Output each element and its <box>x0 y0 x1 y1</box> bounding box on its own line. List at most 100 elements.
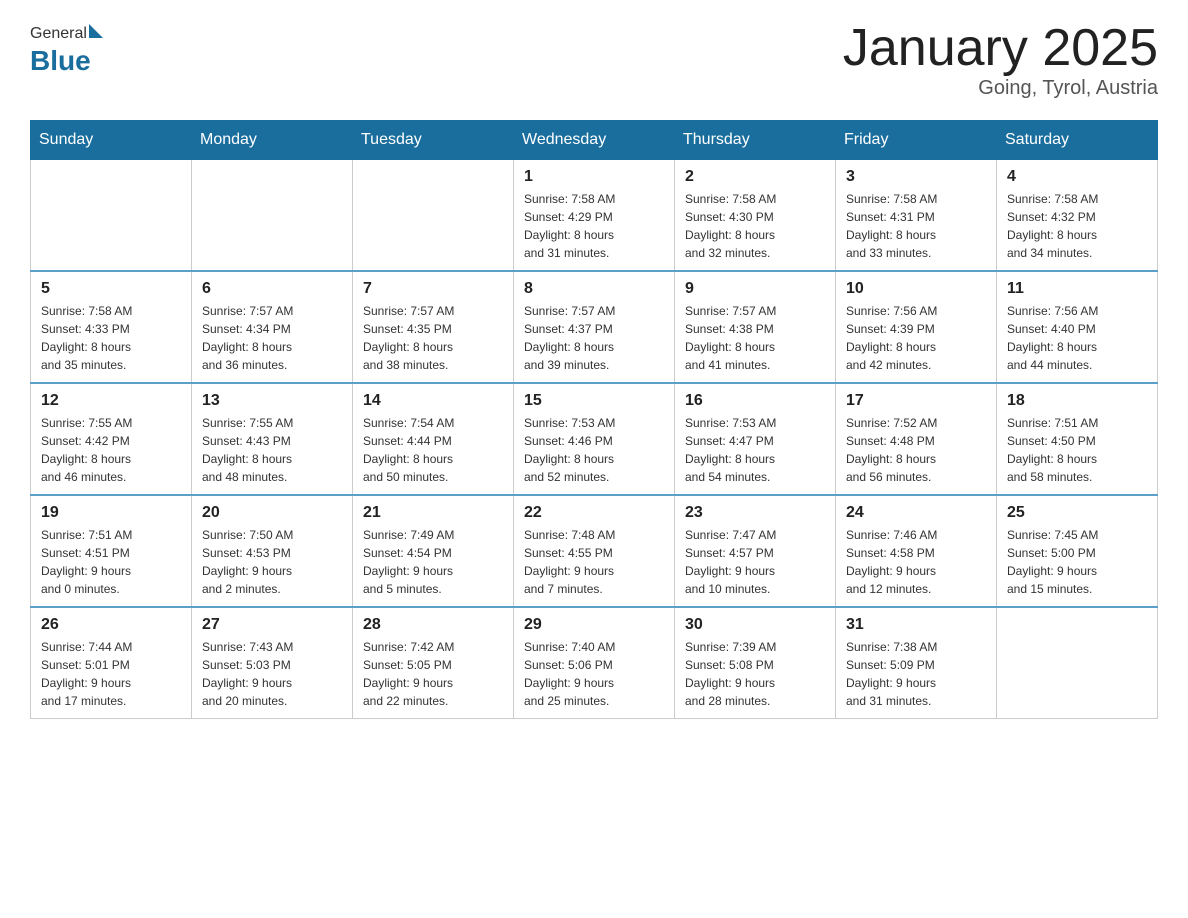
calendar-day-cell: 20Sunrise: 7:50 AM Sunset: 4:53 PM Dayli… <box>192 495 353 607</box>
calendar-day-cell: 7 Sunrise: 7:57 AM Sunset: 4:35 PM Daylig… <box>353 271 514 383</box>
day-number: 26 <box>41 616 181 634</box>
day-info: Sunrise: 7:55 AM Sunset: 4:42 PM Dayligh… <box>41 414 181 486</box>
day-of-week-header: Monday <box>192 121 353 160</box>
calendar-day-cell: 14 Sunrise: 7:54 AM Sunset: 4:44 PM Dayli… <box>353 383 514 495</box>
day-info: Sunrise: 7:38 AM Sunset: 5:09 PM Dayligh… <box>846 638 986 710</box>
day-number: 4 <box>1007 168 1147 186</box>
calendar-day-cell: 3Sunrise: 7:58 AM Sunset: 4:31 PM Daylig… <box>836 160 997 272</box>
day-info: Sunrise: 7:43 AM Sunset: 5:03 PM Dayligh… <box>202 638 342 710</box>
day-info: Sunrise: 7:40 AM Sunset: 5:06 PM Dayligh… <box>524 638 664 710</box>
day-number: 11 <box>1007 280 1147 298</box>
day-info: Sunrise: 7:52 AM Sunset: 4:48 PM Dayligh… <box>846 414 986 486</box>
day-info: Sunrise: 7:47 AM Sunset: 4:57 PM Dayligh… <box>685 526 825 598</box>
day-info: Sunrise: 7:44 AM Sunset: 5:01 PM Dayligh… <box>41 638 181 710</box>
calendar-day-cell: 18Sunrise: 7:51 AM Sunset: 4:50 PM Dayli… <box>997 383 1158 495</box>
day-info: Sunrise: 7:54 AM Sunset: 4:44 PM Dayligh… <box>363 414 503 486</box>
calendar-day-cell: 29 Sunrise: 7:40 AM Sunset: 5:06 PM Dayli… <box>514 607 675 719</box>
day-of-week-header: Sunday <box>31 121 192 160</box>
calendar-week-row: 1Sunrise: 7:58 AM Sunset: 4:29 PM Daylig… <box>31 160 1158 272</box>
day-number: 12 <box>41 392 181 410</box>
calendar-day-cell: 16 Sunrise: 7:53 AM Sunset: 4:47 PM Dayli… <box>675 383 836 495</box>
day-number: 22 <box>524 504 664 522</box>
calendar-subtitle: Going, Tyrol, Austria <box>843 77 1158 100</box>
day-info: Sunrise: 7:57 AM Sunset: 4:38 PM Dayligh… <box>685 302 825 374</box>
calendar-day-cell: 27 Sunrise: 7:43 AM Sunset: 5:03 PM Dayli… <box>192 607 353 719</box>
day-number: 18 <box>1007 392 1147 410</box>
calendar-day-cell: 8 Sunrise: 7:57 AM Sunset: 4:37 PM Daylig… <box>514 271 675 383</box>
calendar-day-cell: 28 Sunrise: 7:42 AM Sunset: 5:05 PM Dayli… <box>353 607 514 719</box>
day-info: Sunrise: 7:55 AM Sunset: 4:43 PM Dayligh… <box>202 414 342 486</box>
calendar-day-cell: 11 Sunrise: 7:56 AM Sunset: 4:40 PM Dayli… <box>997 271 1158 383</box>
day-info: Sunrise: 7:51 AM Sunset: 4:51 PM Dayligh… <box>41 526 181 598</box>
calendar-header-row: SundayMondayTuesdayWednesdayThursdayFrid… <box>31 121 1158 160</box>
calendar-day-cell <box>997 607 1158 719</box>
title-block: January 2025 Going, Tyrol, Austria <box>843 20 1158 100</box>
day-number: 23 <box>685 504 825 522</box>
day-number: 17 <box>846 392 986 410</box>
day-info: Sunrise: 7:46 AM Sunset: 4:58 PM Dayligh… <box>846 526 986 598</box>
day-number: 27 <box>202 616 342 634</box>
logo-general-text: General <box>30 25 87 43</box>
day-info: Sunrise: 7:53 AM Sunset: 4:47 PM Dayligh… <box>685 414 825 486</box>
day-info: Sunrise: 7:57 AM Sunset: 4:34 PM Dayligh… <box>202 302 342 374</box>
day-info: Sunrise: 7:53 AM Sunset: 4:46 PM Dayligh… <box>524 414 664 486</box>
day-number: 21 <box>363 504 503 522</box>
calendar-week-row: 26 Sunrise: 7:44 AM Sunset: 5:01 PM Dayli… <box>31 607 1158 719</box>
day-of-week-header: Thursday <box>675 121 836 160</box>
calendar-day-cell <box>353 160 514 272</box>
day-of-week-header: Tuesday <box>353 121 514 160</box>
day-info: Sunrise: 7:58 AM Sunset: 4:33 PM Dayligh… <box>41 302 181 374</box>
day-number: 14 <box>363 392 503 410</box>
day-number: 20 <box>202 504 342 522</box>
day-number: 24 <box>846 504 986 522</box>
calendar-day-cell: 6Sunrise: 7:57 AM Sunset: 4:34 PM Daylig… <box>192 271 353 383</box>
logo-blue-text: Blue <box>30 45 91 77</box>
day-of-week-header: Friday <box>836 121 997 160</box>
calendar-day-cell: 22Sunrise: 7:48 AM Sunset: 4:55 PM Dayli… <box>514 495 675 607</box>
calendar-day-cell: 4 Sunrise: 7:58 AM Sunset: 4:32 PM Daylig… <box>997 160 1158 272</box>
day-info: Sunrise: 7:56 AM Sunset: 4:40 PM Dayligh… <box>1007 302 1147 374</box>
calendar-day-cell: 1Sunrise: 7:58 AM Sunset: 4:29 PM Daylig… <box>514 160 675 272</box>
day-number: 25 <box>1007 504 1147 522</box>
day-number: 16 <box>685 392 825 410</box>
day-info: Sunrise: 7:58 AM Sunset: 4:30 PM Dayligh… <box>685 190 825 262</box>
calendar-day-cell: 13 Sunrise: 7:55 AM Sunset: 4:43 PM Dayli… <box>192 383 353 495</box>
day-info: Sunrise: 7:49 AM Sunset: 4:54 PM Dayligh… <box>363 526 503 598</box>
calendar-day-cell: 25 Sunrise: 7:45 AM Sunset: 5:00 PM Dayli… <box>997 495 1158 607</box>
calendar-day-cell: 23 Sunrise: 7:47 AM Sunset: 4:57 PM Dayli… <box>675 495 836 607</box>
calendar-day-cell: 2 Sunrise: 7:58 AM Sunset: 4:30 PM Daylig… <box>675 160 836 272</box>
day-info: Sunrise: 7:57 AM Sunset: 4:35 PM Dayligh… <box>363 302 503 374</box>
calendar-day-cell <box>31 160 192 272</box>
day-number: 28 <box>363 616 503 634</box>
calendar-day-cell: 31 Sunrise: 7:38 AM Sunset: 5:09 PM Dayli… <box>836 607 997 719</box>
day-number: 2 <box>685 168 825 186</box>
calendar-day-cell: 19Sunrise: 7:51 AM Sunset: 4:51 PM Dayli… <box>31 495 192 607</box>
day-number: 15 <box>524 392 664 410</box>
page-header: General Blue January 2025 Going, Tyrol, … <box>30 20 1158 100</box>
day-info: Sunrise: 7:56 AM Sunset: 4:39 PM Dayligh… <box>846 302 986 374</box>
day-number: 7 <box>363 280 503 298</box>
day-of-week-header: Saturday <box>997 121 1158 160</box>
calendar-day-cell: 24 Sunrise: 7:46 AM Sunset: 4:58 PM Dayli… <box>836 495 997 607</box>
day-info: Sunrise: 7:58 AM Sunset: 4:32 PM Dayligh… <box>1007 190 1147 262</box>
calendar-day-cell: 21 Sunrise: 7:49 AM Sunset: 4:54 PM Dayli… <box>353 495 514 607</box>
logo-arrow-icon <box>89 24 103 38</box>
calendar-day-cell: 15 Sunrise: 7:53 AM Sunset: 4:46 PM Dayli… <box>514 383 675 495</box>
logo: General Blue <box>30 20 103 77</box>
calendar-day-cell: 10Sunrise: 7:56 AM Sunset: 4:39 PM Dayli… <box>836 271 997 383</box>
day-number: 3 <box>846 168 986 186</box>
day-info: Sunrise: 7:58 AM Sunset: 4:29 PM Dayligh… <box>524 190 664 262</box>
calendar-week-row: 19Sunrise: 7:51 AM Sunset: 4:51 PM Dayli… <box>31 495 1158 607</box>
day-info: Sunrise: 7:45 AM Sunset: 5:00 PM Dayligh… <box>1007 526 1147 598</box>
day-number: 13 <box>202 392 342 410</box>
day-number: 31 <box>846 616 986 634</box>
calendar-table: SundayMondayTuesdayWednesdayThursdayFrid… <box>30 120 1158 719</box>
day-number: 8 <box>524 280 664 298</box>
day-info: Sunrise: 7:57 AM Sunset: 4:37 PM Dayligh… <box>524 302 664 374</box>
day-of-week-header: Wednesday <box>514 121 675 160</box>
day-info: Sunrise: 7:42 AM Sunset: 5:05 PM Dayligh… <box>363 638 503 710</box>
day-number: 29 <box>524 616 664 634</box>
calendar-title: January 2025 <box>843 20 1158 77</box>
calendar-day-cell <box>192 160 353 272</box>
calendar-day-cell: 26 Sunrise: 7:44 AM Sunset: 5:01 PM Dayli… <box>31 607 192 719</box>
